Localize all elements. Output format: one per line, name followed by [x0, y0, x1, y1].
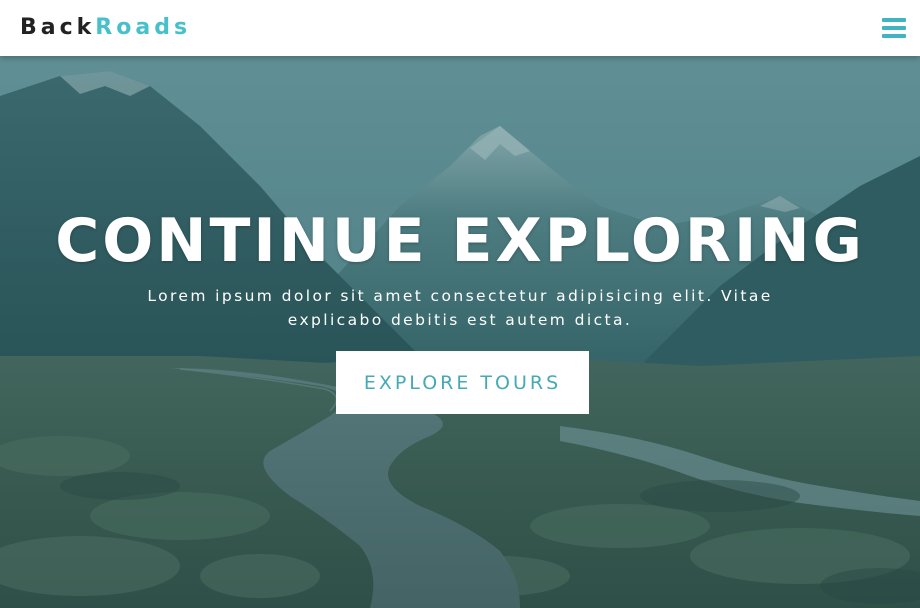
menu-bar: [882, 26, 906, 30]
logo-text-roads: Roads: [95, 15, 192, 40]
explore-tours-button[interactable]: EXPLORE TOURS: [336, 351, 589, 414]
hero-title: CONTINUE EXPLORING: [55, 206, 865, 276]
hero-description: Lorem ipsum dolor sit amet consectetur a…: [147, 287, 773, 329]
menu-bar: [882, 34, 906, 38]
logo-text-back: Back: [20, 15, 96, 40]
menu-bar: [882, 18, 906, 22]
hero-color-overlay: [0, 56, 920, 608]
hamburger-menu-icon[interactable]: [882, 17, 906, 39]
hero-section: CONTINUE EXPLORING Lorem ipsum dolor sit…: [0, 56, 920, 608]
logo[interactable]: Back Roads: [20, 17, 191, 39]
navbar: Back Roads: [0, 0, 920, 56]
